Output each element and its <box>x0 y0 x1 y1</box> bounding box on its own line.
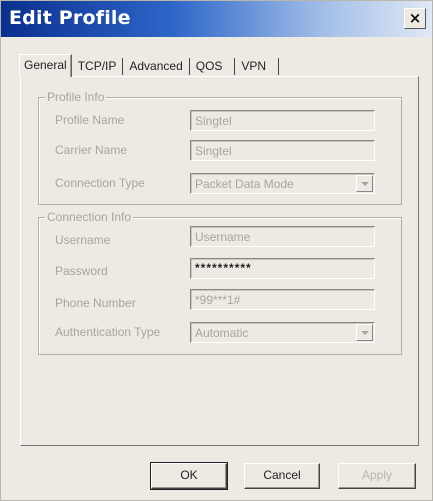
tab-separator <box>278 58 280 75</box>
title-bar[interactable]: Edit Profile × <box>1 1 432 37</box>
password-value: ********** <box>195 261 252 275</box>
authentication-type-select[interactable]: Automatic <box>190 322 375 343</box>
chevron-down-icon <box>361 182 369 186</box>
dialog-title: Edit Profile <box>9 7 131 29</box>
username-field[interactable]: Username <box>190 226 375 247</box>
edit-profile-dialog: Edit Profile × General TCP/IP Advanced Q… <box>0 0 433 501</box>
profile-info-group: Profile Info Profile Name Singtel Carrie… <box>38 90 402 205</box>
tab-general[interactable]: General <box>19 54 72 77</box>
connection-type-value: Packet Data Mode <box>195 177 294 191</box>
profile-name-field[interactable]: Singtel <box>190 110 375 131</box>
carrier-name-value: Singtel <box>195 144 232 158</box>
general-tab-panel: Profile Info Profile Name Singtel Carrie… <box>20 76 419 446</box>
authentication-type-label: Authentication Type <box>55 325 161 339</box>
ok-button[interactable]: OK <box>150 462 228 490</box>
password-label: Password <box>55 264 108 278</box>
connection-info-legend: Connection Info <box>45 210 134 224</box>
close-icon: × <box>408 9 422 27</box>
profile-info-legend: Profile Info <box>45 90 107 104</box>
profile-name-label: Profile Name <box>55 113 125 127</box>
connection-type-label: Connection Type <box>55 176 145 190</box>
username-value: Username <box>195 230 251 244</box>
phone-number-field[interactable]: *99***1# <box>190 289 375 310</box>
tab-tcpip[interactable]: TCP/IP <box>72 56 123 77</box>
apply-button[interactable]: Apply <box>338 463 416 489</box>
close-button[interactable]: × <box>404 8 426 29</box>
phone-number-label: Phone Number <box>55 296 136 310</box>
connection-type-dropdown-button[interactable] <box>356 175 373 192</box>
cancel-button[interactable]: Cancel <box>244 463 320 489</box>
tab-vpn[interactable]: VPN <box>235 56 272 77</box>
authentication-type-value: Automatic <box>195 326 249 340</box>
authentication-type-dropdown-button[interactable] <box>356 324 373 341</box>
carrier-name-label: Carrier Name <box>55 143 128 157</box>
profile-name-value: Singtel <box>195 114 232 128</box>
chevron-down-icon <box>361 331 369 335</box>
password-field[interactable]: ********** <box>190 258 375 279</box>
connection-info-group: Connection Info Username Username Passwo… <box>38 210 402 355</box>
connection-type-select[interactable]: Packet Data Mode <box>190 173 375 194</box>
tab-strip: General TCP/IP Advanced QOS VPN <box>19 53 280 77</box>
username-label: Username <box>55 233 111 247</box>
carrier-name-field[interactable]: Singtel <box>190 140 375 161</box>
phone-number-value: *99***1# <box>195 293 241 307</box>
tab-qos[interactable]: QOS <box>190 56 229 77</box>
tab-advanced[interactable]: Advanced <box>123 56 188 77</box>
